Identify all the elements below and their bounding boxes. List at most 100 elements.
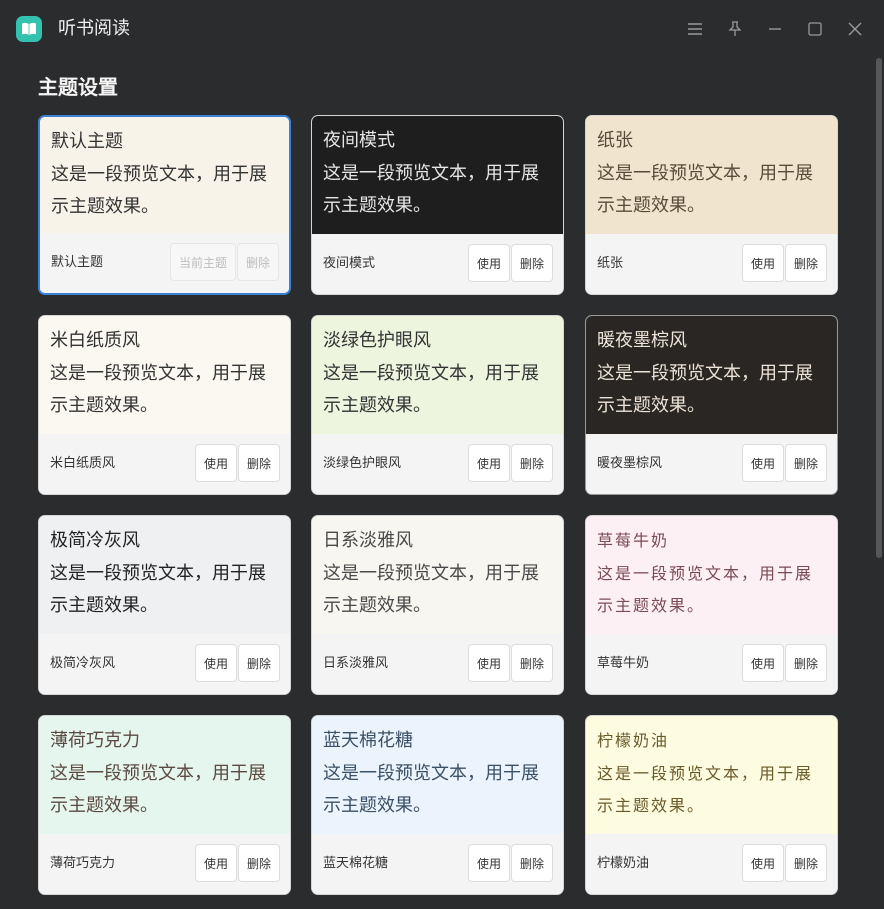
theme-preview: 纸张这是一段预览文本，用于展示主题效果。 <box>586 116 837 236</box>
preview-title: 日系淡雅风 <box>323 530 413 551</box>
theme-card-footer: 纸张 使用 删除 <box>586 234 837 294</box>
preview-title: 极简冷灰风 <box>50 530 140 551</box>
menu-icon[interactable] <box>683 17 707 41</box>
pin-icon[interactable] <box>723 17 747 41</box>
theme-card[interactable]: 蓝天棉花糖 这是一段预览文本，用于展示主题效果。 蓝天棉花糖 使用 删除 <box>311 715 564 895</box>
theme-preview: 草莓牛奶这是一段预览文本，用于展示主题效果。 <box>586 516 837 636</box>
theme-name-label: 米白纸质风 <box>50 456 116 471</box>
delete-theme-button: 删除 <box>237 243 279 281</box>
theme-card[interactable]: 草莓牛奶这是一段预览文本，用于展示主题效果。草莓牛奶 使用 删除 <box>585 515 838 695</box>
preview-title: 夜间模式 <box>323 130 395 151</box>
theme-card[interactable]: 纸张 这是一段预览文本，用于展示主题效果。 纸张 使用 删除 <box>585 115 838 295</box>
theme-card-footer: 日系淡雅风 使用 删除 <box>312 634 563 694</box>
minimize-icon[interactable] <box>763 17 787 41</box>
preview-text: 这是一段预览文本，用于展示主题效果。 <box>50 763 266 816</box>
use-theme-button[interactable]: 使用 <box>468 244 510 282</box>
theme-card[interactable]: 柠檬奶油 这是一段预览文本，用于展示主题效果。柠檬奶油 使用 删除 <box>585 715 838 895</box>
theme-card-footer: 夜间模式 使用 删除 <box>312 234 563 294</box>
close-icon[interactable] <box>843 17 867 41</box>
theme-name-label: 蓝天棉花糖 <box>323 856 389 871</box>
preview-text: 这是一段预览文本，用于展示主题效果。 <box>323 563 539 616</box>
delete-theme-button[interactable]: 删除 <box>238 444 280 482</box>
preview-text: 这是一段预览文本，用于展示主题效果。 <box>323 763 539 816</box>
theme-name-label: 日系淡雅风 <box>323 656 389 671</box>
use-theme-button[interactable]: 使用 <box>468 644 510 682</box>
use-theme-button[interactable]: 使用 <box>742 244 784 282</box>
use-theme-button[interactable]: 使用 <box>195 644 237 682</box>
preview-text: 这是一段预览文本，用于展示主题效果。 <box>597 764 814 815</box>
theme-card[interactable]: 淡绿色护眼风 这是一段预览文本，用于展示主题效果。 淡绿色护眼风 使用 删除 <box>311 315 564 495</box>
current-theme-button: 当前主题 <box>170 243 236 281</box>
use-theme-button[interactable]: 使用 <box>195 844 237 882</box>
use-theme-button[interactable]: 使用 <box>468 844 510 882</box>
preview-title: 米白纸质风 <box>50 330 140 351</box>
theme-name-label: 极简冷灰风 <box>50 656 116 671</box>
preview-text: 这是一段预览文本，用于展示主题效果。 <box>50 563 266 616</box>
theme-name-label: 淡绿色护眼风 <box>323 456 402 471</box>
theme-preview: 极简冷灰风这是一段预览文本，用于展示主题效果。 <box>39 516 290 636</box>
theme-preview: 夜间模式这是一段预览文本，用于展示主题效果。 <box>312 116 563 236</box>
preview-title: 蓝天棉花糖 <box>323 730 413 751</box>
theme-card[interactable]: 极简冷灰风 这是一段预览文本，用于展示主题效果。 极简冷灰风 使用 删除 <box>38 515 291 695</box>
preview-text: 这是一段预览文本，用于展示主题效果。 <box>597 163 813 216</box>
preview-text: 这是一段预览文本，用于展示主题效果。 <box>597 363 813 416</box>
preview-title: 淡绿色护眼风 <box>323 330 431 351</box>
title-bar: 听书阅读 <box>0 0 884 58</box>
delete-theme-button[interactable]: 删除 <box>511 444 553 482</box>
theme-preview: 米白纸质风这是一段预览文本，用于展示主题效果。 <box>39 316 290 436</box>
preview-text: 这是一段预览文本，用于展示主题效果。 <box>323 363 539 416</box>
preview-text: 这是一段预览文本，用于展示主题效果。 <box>50 363 266 416</box>
theme-name-label: 暖夜墨棕风 <box>597 456 663 471</box>
theme-card-footer: 蓝天棉花糖 使用 删除 <box>312 834 563 894</box>
theme-card-footer: 草莓牛奶 使用 删除 <box>586 634 837 694</box>
delete-theme-button[interactable]: 删除 <box>511 644 553 682</box>
preview-title: 薄荷巧克力 <box>50 730 140 751</box>
theme-card[interactable]: 默认主题 这是一段预览文本，用于展示主题效果。 默认主题 当前主题 删除 <box>38 115 291 295</box>
book-icon <box>16 16 42 42</box>
theme-card-footer: 暖夜墨棕风 使用 删除 <box>586 434 837 494</box>
use-theme-button[interactable]: 使用 <box>742 644 784 682</box>
theme-name-label: 薄荷巧克力 <box>50 856 116 871</box>
delete-theme-button[interactable]: 删除 <box>511 244 553 282</box>
theme-preview: 淡绿色护眼风这是一段预览文本，用于展示主题效果。 <box>312 316 563 436</box>
use-theme-button[interactable]: 使用 <box>195 444 237 482</box>
scrollbar-thumb[interactable] <box>876 58 882 558</box>
preview-text: 这是一段预览文本，用于展示主题效果。 <box>597 564 814 615</box>
theme-card-footer: 米白纸质风 使用 删除 <box>39 434 290 494</box>
use-theme-button[interactable]: 使用 <box>742 444 784 482</box>
delete-theme-button[interactable]: 删除 <box>238 844 280 882</box>
theme-name-label: 默认主题 <box>51 255 104 270</box>
theme-preview: 暖夜墨棕风这是一段预览文本，用于展示主题效果。 <box>586 316 837 436</box>
use-theme-button[interactable]: 使用 <box>468 444 510 482</box>
theme-name-label: 柠檬奶油 <box>597 856 650 871</box>
theme-card[interactable]: 夜间模式 这是一段预览文本，用于展示主题效果。 夜间模式 使用 删除 <box>311 115 564 295</box>
theme-card-footer: 极简冷灰风 使用 删除 <box>39 634 290 694</box>
maximize-icon[interactable] <box>803 17 827 41</box>
theme-name-label: 夜间模式 <box>323 256 376 271</box>
theme-preview: 蓝天棉花糖这是一段预览文本，用于展示主题效果。 <box>312 716 563 836</box>
preview-title: 默认主题 <box>51 131 123 152</box>
preview-text: 这是一段预览文本，用于展示主题效果。 <box>323 163 539 216</box>
delete-theme-button[interactable]: 删除 <box>785 644 827 682</box>
delete-theme-button[interactable]: 删除 <box>785 444 827 482</box>
preview-title: 草莓牛奶 <box>597 531 670 550</box>
theme-card[interactable]: 日系淡雅风 这是一段预览文本，用于展示主题效果。 日系淡雅风 使用 删除 <box>311 515 564 695</box>
theme-preview: 薄荷巧克力这是一段预览文本，用于展示主题效果。 <box>39 716 290 836</box>
theme-preview: 柠檬奶油 这是一段预览文本，用于展示主题效果。 <box>586 716 837 836</box>
delete-theme-button[interactable]: 删除 <box>785 244 827 282</box>
theme-card[interactable]: 暖夜墨棕风 这是一段预览文本，用于展示主题效果。 暖夜墨棕风 使用 删除 <box>585 315 838 495</box>
preview-text: 这是一段预览文本，用于展示主题效果。 <box>51 164 267 217</box>
theme-name-label: 纸张 <box>597 256 624 271</box>
content-area: 主题设置 默认主题 这是一段预览文本，用于展示主题效果。 默认主题 当前主题 删除 夜间模… <box>0 58 874 909</box>
preview-title: 暖夜墨棕风 <box>597 330 687 351</box>
theme-preview: 默认主题这是一段预览文本，用于展示主题效果。 <box>40 117 289 237</box>
theme-card-footer: 默认主题 当前主题 删除 <box>40 233 289 293</box>
theme-preview: 日系淡雅风这是一段预览文本，用于展示主题效果。 <box>312 516 563 636</box>
delete-theme-button[interactable]: 删除 <box>511 844 553 882</box>
theme-card[interactable]: 薄荷巧克力 这是一段预览文本，用于展示主题效果。 薄荷巧克力 使用 删除 <box>38 715 291 895</box>
preview-title: 纸张 <box>597 130 633 151</box>
theme-card[interactable]: 米白纸质风 这是一段预览文本，用于展示主题效果。 米白纸质风 使用 删除 <box>38 315 291 495</box>
use-theme-button[interactable]: 使用 <box>742 844 784 882</box>
delete-theme-button[interactable]: 删除 <box>785 844 827 882</box>
delete-theme-button[interactable]: 删除 <box>238 644 280 682</box>
